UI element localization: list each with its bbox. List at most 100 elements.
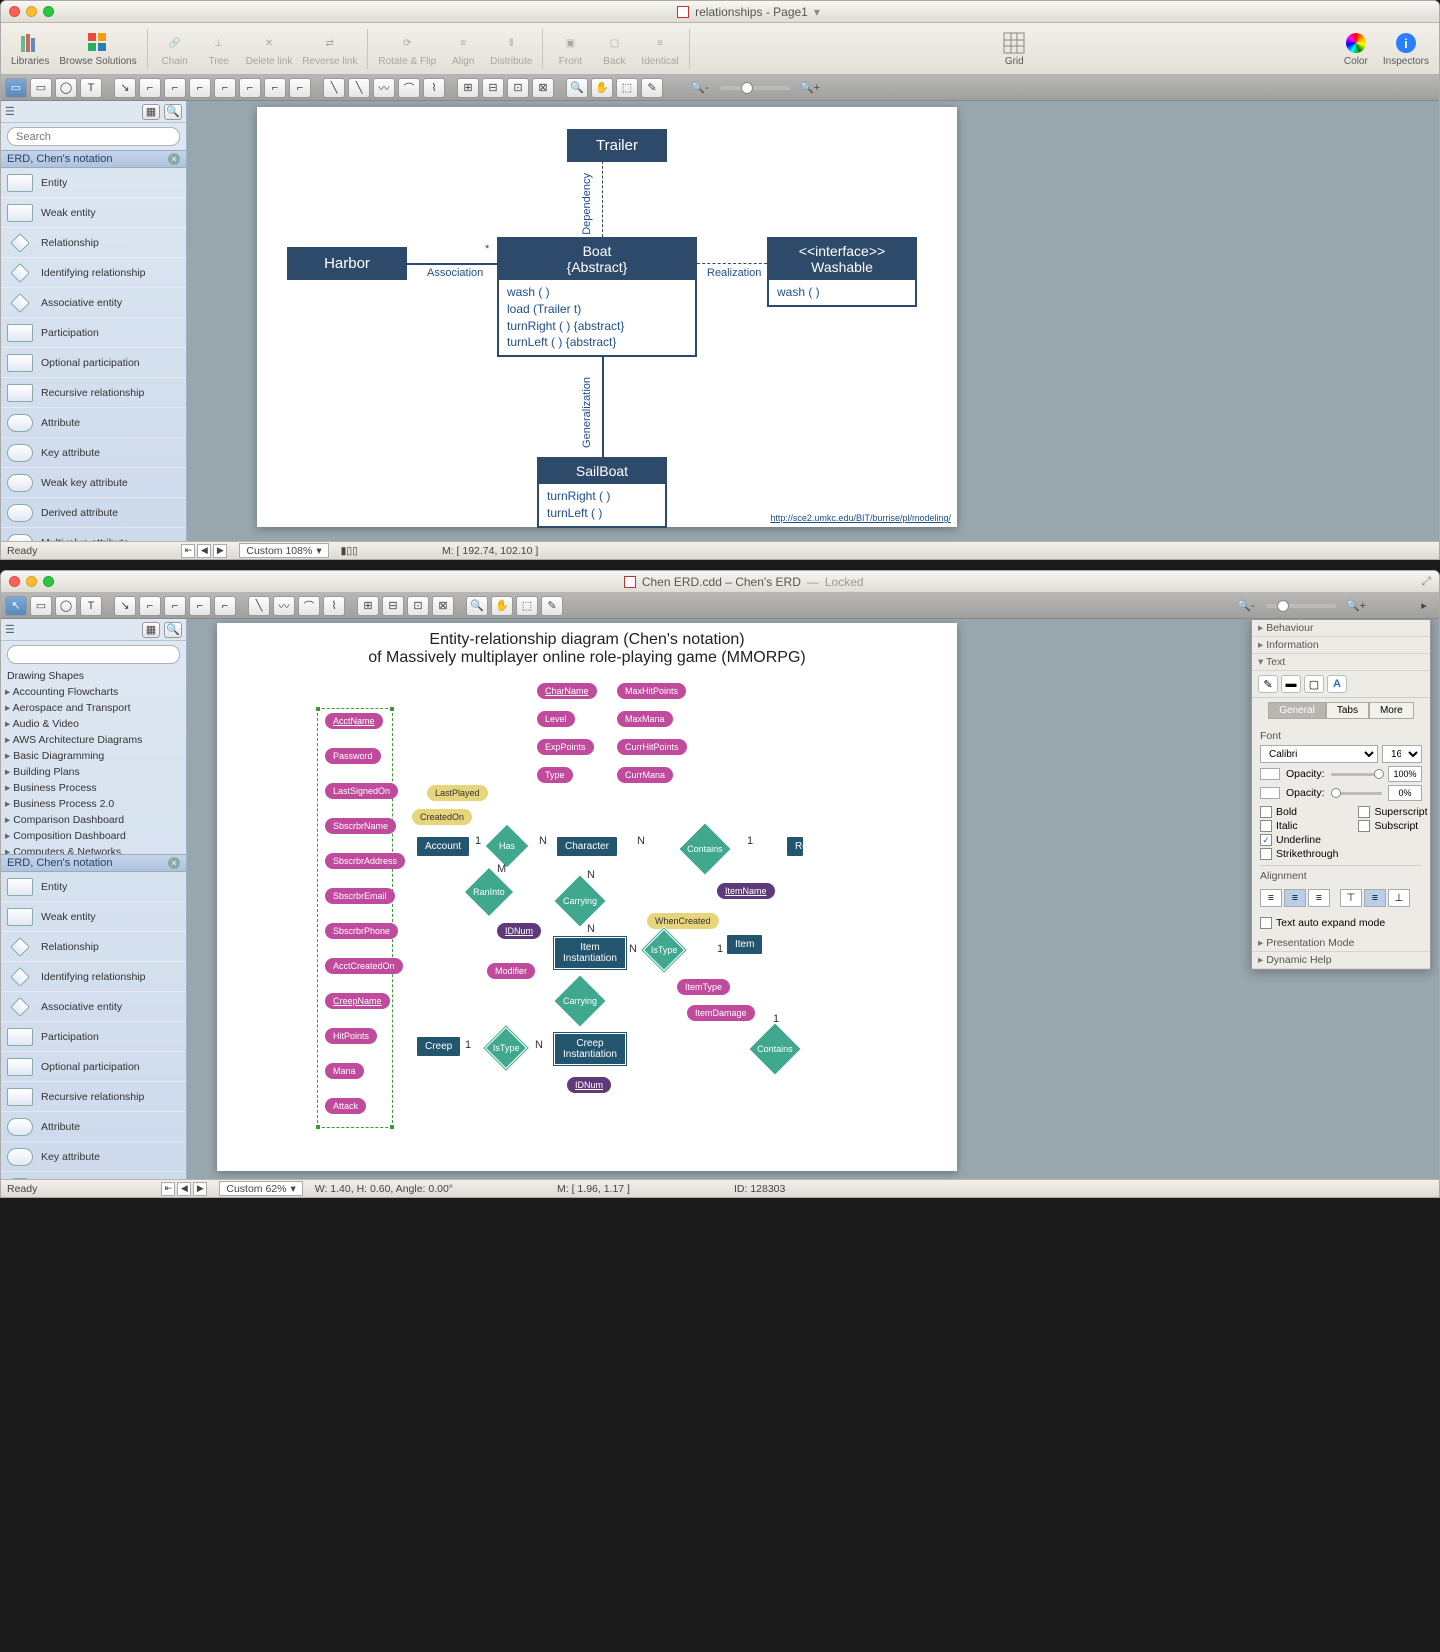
- attr-idnum-2[interactable]: IDNum: [567, 1077, 611, 1093]
- rel-istype-1[interactable]: IsType: [640, 926, 688, 974]
- uml-class-sailboat[interactable]: SailBoat turnRight ( ) turnLeft ( ): [537, 457, 667, 528]
- align-button[interactable]: ≡Align: [442, 25, 484, 73]
- underline-checkbox[interactable]: ✓: [1260, 834, 1272, 846]
- connector-tool[interactable]: ⌐: [139, 596, 161, 616]
- line-tool-4[interactable]: ⌒: [398, 78, 420, 98]
- group-tool[interactable]: ⊠: [432, 596, 454, 616]
- library-item[interactable]: Optional participation: [1, 1052, 186, 1082]
- attr-itemtype[interactable]: ItemType: [677, 979, 730, 995]
- tree-item[interactable]: Business Process: [1, 780, 186, 796]
- identical-button[interactable]: ≡Identical: [637, 25, 682, 73]
- library-header-2[interactable]: ERD, Chen's notation ×: [1, 854, 186, 872]
- line-tool-3[interactable]: 〰: [373, 78, 395, 98]
- connector-tool-3[interactable]: ⌐: [164, 78, 186, 98]
- library-item[interactable]: Attribute: [1, 1112, 186, 1142]
- page-navigator[interactable]: ⇤ ◀ ▶: [181, 544, 227, 558]
- rect-tool[interactable]: ▭: [30, 596, 52, 616]
- attr-itemname[interactable]: ItemName: [717, 883, 775, 899]
- strike-checkbox[interactable]: [1260, 848, 1272, 860]
- back-button[interactable]: ▢Back: [593, 25, 635, 73]
- attr-oval[interactable]: CreepName: [325, 993, 390, 1009]
- tree-item[interactable]: Business Process 2.0: [1, 796, 186, 812]
- close-window-icon[interactable]: [9, 6, 20, 17]
- page-navigator[interactable]: ⇤ ◀ ▶: [161, 1182, 207, 1196]
- page-prev-icon[interactable]: ◀: [177, 1182, 191, 1196]
- entity-character[interactable]: Character: [557, 837, 617, 856]
- sub-checkbox[interactable]: [1358, 820, 1370, 832]
- pointer-tool[interactable]: ↖: [5, 596, 27, 616]
- attr-oval[interactable]: HitPoints: [325, 1028, 377, 1044]
- panel-grid-view-icon[interactable]: ▦: [142, 622, 160, 638]
- align-left-button[interactable]: ≡: [1260, 889, 1282, 907]
- attr-modifier[interactable]: Modifier: [487, 963, 535, 979]
- library-item[interactable]: Entity: [1, 168, 186, 198]
- valign-top-button[interactable]: ⊤: [1340, 889, 1362, 907]
- library-list-2[interactable]: EntityWeak entityRelationshipIdentifying…: [1, 872, 186, 1179]
- close-window-icon[interactable]: [9, 576, 20, 587]
- library-list[interactable]: EntityWeak entityRelationshipIdentifying…: [1, 168, 186, 541]
- pan-tool[interactable]: ✋: [591, 78, 613, 98]
- titlebar-2[interactable]: Chen ERD.cdd – Chen's ERD — Locked ⤢: [1, 571, 1439, 593]
- valign-bot-button[interactable]: ⊥: [1388, 889, 1410, 907]
- tree-item[interactable]: Aerospace and Transport: [1, 700, 186, 716]
- inspector-tab-tabs[interactable]: Tabs: [1326, 702, 1369, 719]
- align-right-button[interactable]: ≡: [1308, 889, 1330, 907]
- line-tool-5[interactable]: ⌇: [423, 78, 445, 98]
- group-tool[interactable]: ⊡: [407, 596, 429, 616]
- inspector-section-behaviour[interactable]: Behaviour: [1252, 620, 1430, 637]
- library-item[interactable]: Optional participation: [1, 348, 186, 378]
- library-item[interactable]: Associative entity: [1, 288, 186, 318]
- italic-checkbox[interactable]: [1260, 820, 1272, 832]
- library-item[interactable]: Recursive relationship: [1, 1082, 186, 1112]
- align-center-button[interactable]: ≡: [1284, 889, 1306, 907]
- line-tool[interactable]: ⌇: [323, 596, 345, 616]
- rel-has[interactable]: Has: [486, 825, 528, 867]
- uml-class-harbor[interactable]: Harbor: [287, 247, 407, 280]
- libraries-button[interactable]: Libraries: [7, 25, 53, 73]
- page-first-icon[interactable]: ⇤: [161, 1182, 175, 1196]
- ellipse-tool[interactable]: ◯: [55, 78, 77, 98]
- attr-oval[interactable]: Mana: [325, 1063, 364, 1079]
- view-toggle-icon-1[interactable]: ▮▯▯: [341, 545, 358, 557]
- distribute-button[interactable]: ⫴Distribute: [486, 25, 536, 73]
- rel-raninto[interactable]: RanInto: [465, 868, 513, 916]
- valign-mid-button[interactable]: ≡: [1364, 889, 1386, 907]
- zoom-in-button[interactable]: 🔍+: [799, 78, 821, 98]
- connector-tool-5[interactable]: ⌐: [214, 78, 236, 98]
- library-item[interactable]: Weak entity: [1, 902, 186, 932]
- source-link[interactable]: http://sce2.umkc.edu/BIT/burrise/pl/mode…: [770, 513, 951, 523]
- library-item[interactable]: Key attribute: [1, 1142, 186, 1172]
- zoom-combobox[interactable]: Custom 108%▾: [239, 543, 328, 558]
- delete-link-button[interactable]: ✕Delete link: [242, 25, 297, 73]
- attr-oval[interactable]: Level: [537, 711, 575, 727]
- inspectors-button[interactable]: iInspectors: [1379, 25, 1433, 73]
- inspector-section-information[interactable]: Information: [1252, 637, 1430, 654]
- line-tool-2[interactable]: ╲: [348, 78, 370, 98]
- library-item[interactable]: Weak key attribute: [1, 1172, 186, 1179]
- rel-contains-2[interactable]: Contains: [750, 1024, 801, 1075]
- page-first-icon[interactable]: ⇤: [181, 544, 195, 558]
- attr-oval[interactable]: AcctCreatedOn: [325, 958, 403, 974]
- zoom-out-button[interactable]: 🔍-: [1235, 596, 1257, 616]
- attr-oval[interactable]: SbscrbrPhone: [325, 923, 398, 939]
- attr-oval[interactable]: ExpPoints: [537, 739, 594, 755]
- canvas[interactable]: Trailer Harbor Boat {Abstract} wash ( ) …: [187, 101, 1439, 541]
- zoom-window-icon[interactable]: [43, 6, 54, 17]
- fullscreen-icon[interactable]: ⤢: [1421, 574, 1431, 589]
- bg-color-swatch[interactable]: [1260, 787, 1280, 799]
- fg-color-swatch[interactable]: [1260, 768, 1280, 780]
- uml-class-boat[interactable]: Boat {Abstract} wash ( ) load (Trailer t…: [497, 237, 697, 357]
- rotate-flip-button[interactable]: ⟳Rotate & Flip: [374, 25, 440, 73]
- text-tool[interactable]: T: [80, 78, 102, 98]
- attr-createdon[interactable]: CreatedOn: [412, 809, 472, 825]
- font-select[interactable]: Calibri: [1260, 745, 1378, 763]
- library-item[interactable]: Weak key attribute: [1, 468, 186, 498]
- zoom-combobox[interactable]: Custom 62%▾: [219, 1181, 302, 1196]
- library-header[interactable]: ERD, Chen's notation ×: [1, 150, 186, 168]
- inspector-toggle[interactable]: ▸: [1413, 596, 1435, 616]
- zoom-slider[interactable]: [1266, 604, 1336, 608]
- attr-itemdamage[interactable]: ItemDamage: [687, 1005, 755, 1021]
- library-item[interactable]: Identifying relationship: [1, 962, 186, 992]
- library-item[interactable]: Multivalue attribute: [1, 528, 186, 541]
- text-shadow-icon[interactable]: ▢: [1304, 675, 1324, 693]
